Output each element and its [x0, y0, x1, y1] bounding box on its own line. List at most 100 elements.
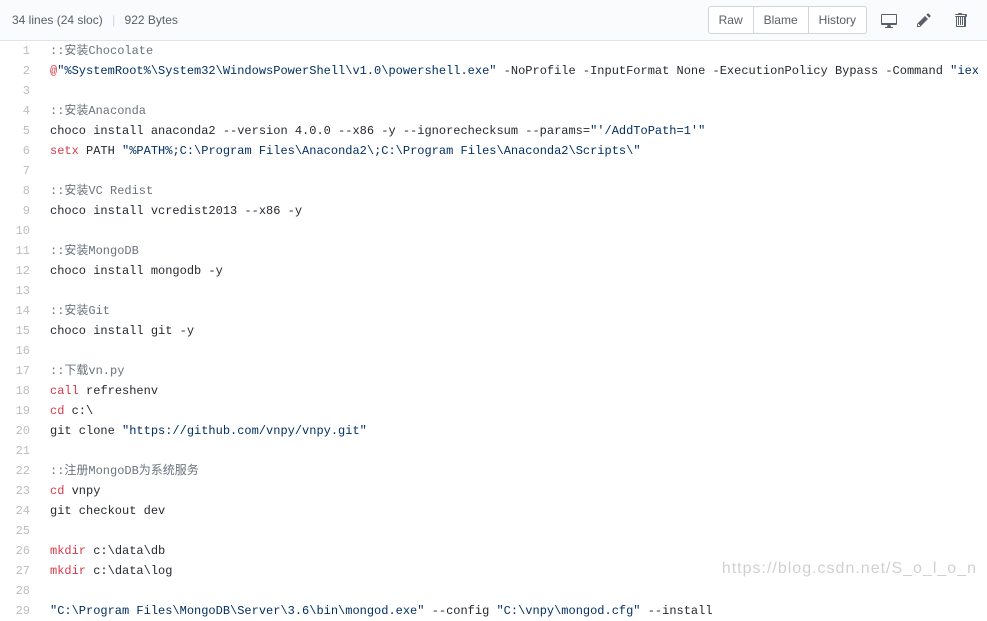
code-line[interactable]: [40, 81, 987, 101]
line-number[interactable]: 25: [0, 521, 40, 541]
code-line[interactable]: ::安装MongoDB: [40, 241, 987, 261]
code-token: choco install mongodb -y: [50, 264, 223, 278]
line-number[interactable]: 19: [0, 401, 40, 421]
code-line[interactable]: mkdir c:\data\db: [40, 541, 987, 561]
code-line[interactable]: [40, 161, 987, 181]
desktop-icon[interactable]: [875, 7, 903, 33]
code-token: -NoProfile -InputFormat None -ExecutionP…: [496, 64, 950, 78]
file-actions: Raw Blame History: [708, 6, 975, 34]
code-row: 16: [0, 341, 987, 361]
line-number[interactable]: 3: [0, 81, 40, 101]
code-token: ::安装VC Redist: [50, 184, 153, 198]
code-token: mkdir: [50, 564, 86, 578]
line-number[interactable]: 10: [0, 221, 40, 241]
code-line[interactable]: cd c:\: [40, 401, 987, 421]
line-number[interactable]: 7: [0, 161, 40, 181]
file-header: 34 lines (24 sloc) | 922 Bytes Raw Blame…: [0, 0, 987, 41]
line-number[interactable]: 27: [0, 561, 40, 581]
line-number[interactable]: 1: [0, 41, 40, 61]
code-line[interactable]: ::安装Anaconda: [40, 101, 987, 121]
raw-button[interactable]: Raw: [708, 6, 754, 34]
code-line[interactable]: @"%SystemRoot%\System32\WindowsPowerShel…: [40, 61, 987, 81]
code-line[interactable]: choco install anaconda2 --version 4.0.0 …: [40, 121, 987, 141]
code-line[interactable]: ::安装Chocolate: [40, 41, 987, 61]
pencil-icon[interactable]: [911, 7, 939, 33]
code-line[interactable]: [40, 581, 987, 601]
code-row: 3: [0, 81, 987, 101]
line-number[interactable]: 4: [0, 101, 40, 121]
code-row: 28: [0, 581, 987, 601]
line-number[interactable]: 5: [0, 121, 40, 141]
code-line[interactable]: cd vnpy: [40, 481, 987, 501]
line-number[interactable]: 20: [0, 421, 40, 441]
code-line[interactable]: mkdir c:\data\log: [40, 561, 987, 581]
code-row: 11::安装MongoDB: [0, 241, 987, 261]
code-token: ::注册MongoDB为系统服务: [50, 464, 199, 478]
line-number[interactable]: 15: [0, 321, 40, 341]
code-line[interactable]: [40, 221, 987, 241]
code-line[interactable]: [40, 341, 987, 361]
code-token: choco install anaconda2 --version 4.0.0 …: [50, 124, 590, 138]
code-token: choco install git -y: [50, 324, 194, 338]
code-line[interactable]: choco install vcredist2013 --x86 -y: [40, 201, 987, 221]
line-number[interactable]: 13: [0, 281, 40, 301]
line-number[interactable]: 28: [0, 581, 40, 601]
code-line[interactable]: git checkout dev: [40, 501, 987, 521]
line-number[interactable]: 12: [0, 261, 40, 281]
code-line[interactable]: [40, 281, 987, 301]
code-line[interactable]: [40, 441, 987, 461]
line-number[interactable]: 11: [0, 241, 40, 261]
line-number[interactable]: 14: [0, 301, 40, 321]
code-row: 15 choco install git -y: [0, 321, 987, 341]
code-row: 2@"%SystemRoot%\System32\WindowsPowerShe…: [0, 61, 987, 81]
code-row: 27mkdir c:\data\log: [0, 561, 987, 581]
code-line[interactable]: "C:\Program Files\MongoDB\Server\3.6\bin…: [40, 601, 987, 621]
code-token: "%SystemRoot%\System32\WindowsPowerShell…: [57, 64, 496, 78]
code-line[interactable]: ::下载vn.py: [40, 361, 987, 381]
line-number[interactable]: 9: [0, 201, 40, 221]
code-row: 1::安装Chocolate: [0, 41, 987, 61]
trash-icon[interactable]: [947, 7, 975, 33]
code-container[interactable]: 1::安装Chocolate2@"%SystemRoot%\System32\W…: [0, 41, 987, 621]
line-number[interactable]: 24: [0, 501, 40, 521]
code-line[interactable]: [40, 521, 987, 541]
history-button[interactable]: History: [809, 6, 867, 34]
file-info: 34 lines (24 sloc) | 922 Bytes: [12, 13, 178, 27]
code-line[interactable]: call refreshenv: [40, 381, 987, 401]
line-number[interactable]: 29: [0, 601, 40, 621]
code-line[interactable]: git clone "https://github.com/vnpy/vnpy.…: [40, 421, 987, 441]
line-number[interactable]: 21: [0, 441, 40, 461]
code-token: ::下载vn.py: [50, 364, 124, 378]
line-number[interactable]: 16: [0, 341, 40, 361]
line-number[interactable]: 2: [0, 61, 40, 81]
code-table: 1::安装Chocolate2@"%SystemRoot%\System32\W…: [0, 41, 987, 621]
code-line[interactable]: choco install git -y: [40, 321, 987, 341]
line-number[interactable]: 26: [0, 541, 40, 561]
code-row: 14::安装Git: [0, 301, 987, 321]
code-token: ::安装Chocolate: [50, 44, 153, 58]
line-number[interactable]: 8: [0, 181, 40, 201]
code-row: 17::下载vn.py: [0, 361, 987, 381]
line-number[interactable]: 17: [0, 361, 40, 381]
code-token: "'/AddToPath=1'": [590, 124, 705, 138]
line-number[interactable]: 6: [0, 141, 40, 161]
line-number[interactable]: 23: [0, 481, 40, 501]
code-line[interactable]: choco install mongodb -y: [40, 261, 987, 281]
code-row: 25: [0, 521, 987, 541]
code-token: c:\data\db: [86, 544, 165, 558]
code-row: 6setx PATH "%PATH%;C:\Program Files\Anac…: [0, 141, 987, 161]
blame-button[interactable]: Blame: [754, 6, 809, 34]
code-line[interactable]: setx PATH "%PATH%;C:\Program Files\Anaco…: [40, 141, 987, 161]
line-number[interactable]: 22: [0, 461, 40, 481]
code-token: setx: [50, 144, 79, 158]
line-number[interactable]: 18: [0, 381, 40, 401]
code-row: 12 choco install mongodb -y: [0, 261, 987, 281]
code-token: ::安装MongoDB: [50, 244, 139, 258]
code-token: c:\data\log: [86, 564, 172, 578]
code-line[interactable]: ::注册MongoDB为系统服务: [40, 461, 987, 481]
code-row: 23cd vnpy: [0, 481, 987, 501]
code-line[interactable]: ::安装VC Redist: [40, 181, 987, 201]
code-line[interactable]: ::安装Git: [40, 301, 987, 321]
code-token: refreshenv: [79, 384, 158, 398]
code-token: --install: [641, 604, 713, 618]
